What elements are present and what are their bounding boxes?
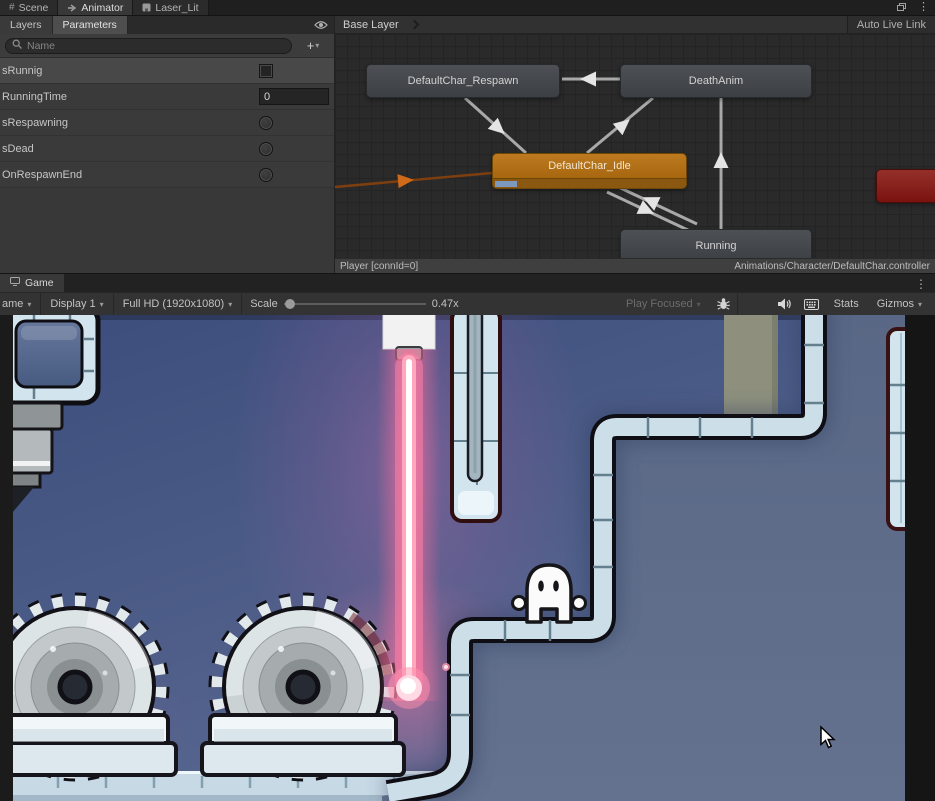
entry-arrow <box>397 174 414 189</box>
animator-left-panel: Layers Parameters +▾ sRu <box>0 16 335 273</box>
chevron-down-icon: ▾ <box>315 41 320 50</box>
parameter-row[interactable]: sDead <box>0 136 334 162</box>
tab-game[interactable]: Game <box>0 274 64 292</box>
unity-editor-window: # Scene Animator Laser_Lit ⋮ Layers Para… <box>0 0 935 801</box>
search-icon <box>12 37 23 55</box>
graph-breadcrumb-bar: Base Layer Auto Live Link <box>335 16 935 34</box>
chevron-down-icon: ▾ <box>99 299 104 309</box>
scale-value: 0.47x <box>431 298 459 310</box>
state-node-running[interactable]: Running <box>620 229 812 258</box>
debug-bug-button[interactable] <box>710 293 737 315</box>
gameobject-icon <box>142 3 151 12</box>
animator-icon <box>67 3 77 13</box>
game-toolbar: ame ▾ Display 1 ▾ Full HD (1920x1080) ▾ Sca… <box>0 292 935 315</box>
parameter-row[interactable]: RunningTime 0 <box>0 84 334 110</box>
breadcrumb[interactable]: Base Layer <box>343 19 399 31</box>
add-parameter-button[interactable]: + ▾ <box>297 38 329 53</box>
float-value-field[interactable]: 0 <box>259 88 329 105</box>
chevron-down-icon: ▾ <box>917 299 922 309</box>
laser-beam <box>377 349 450 709</box>
window-controls: ⋮ <box>897 0 929 15</box>
search-field[interactable] <box>5 37 292 55</box>
saw-pedestal-left <box>0 713 178 777</box>
auto-live-link-button[interactable]: Auto Live Link <box>846 16 935 33</box>
tab-animator-label: Animator <box>81 1 124 14</box>
progress-chip <box>495 180 517 187</box>
search-input[interactable] <box>27 39 285 52</box>
scale-label: Scale <box>250 298 278 310</box>
tab-scene-label: Scene <box>18 1 49 14</box>
game-viewport[interactable] <box>0 315 935 801</box>
gizmos-dropdown[interactable]: Gizmos ▾ <box>868 293 931 315</box>
state-node-idle-active[interactable]: DefaultChar_Idle <box>492 153 687 189</box>
parameter-row[interactable]: sRespawning <box>0 110 334 136</box>
letterbox-right <box>905 315 935 801</box>
state-node-deathanim[interactable]: DeathAnim <box>620 64 812 98</box>
chevron-down-icon: ▾ <box>696 299 701 309</box>
restore-window-icon[interactable] <box>897 2 906 14</box>
parameter-row[interactable]: sRunnig <box>0 58 334 84</box>
resolution-dropdown[interactable]: Full HD (1920x1080) ▾ <box>114 293 242 315</box>
breadcrumb-chevron-icon <box>409 19 420 30</box>
ice-block-topleft <box>0 315 101 406</box>
entry-transition <box>335 171 493 189</box>
parameter-list: sRunnig RunningTime 0 sRespawning sDead … <box>0 58 334 188</box>
chevron-down-icon: ▾ <box>228 299 233 309</box>
keyboard-shortcuts-icon[interactable] <box>798 293 825 315</box>
scale-slider-handle[interactable] <box>284 299 295 309</box>
game-scene <box>0 315 935 801</box>
chevron-down-icon: ▾ <box>27 299 32 309</box>
game-tabbar: Game ⋮ <box>0 273 935 292</box>
trigger-radio[interactable] <box>259 115 273 130</box>
playback-progress-bar <box>493 178 686 188</box>
ice-pipe <box>450 315 502 523</box>
live-link-target: Player [connId=0] <box>340 260 419 272</box>
tab-layers[interactable]: Layers <box>0 16 53 34</box>
trigger-radio[interactable] <box>259 141 273 156</box>
play-focused-dropdown[interactable]: Play Focused ▾ <box>617 293 710 315</box>
eye-icon[interactable] <box>314 20 328 33</box>
parameter-row[interactable]: OnRespawnEnd <box>0 162 334 188</box>
mute-audio-icon[interactable] <box>772 293 798 315</box>
tab-laser-lit-label: Laser_Lit <box>155 1 199 14</box>
scale-control: Scale 0.47x <box>242 293 466 315</box>
graph-canvas[interactable]: DefaultChar_Respawn DeathAnim DefaultCha… <box>335 34 935 258</box>
stats-button[interactable]: Stats <box>825 293 868 315</box>
animator-status-bar: Player [connId=0] Animations/Character/D… <box>335 258 935 273</box>
state-machine-graph: Base Layer Auto Live Link DefaultChar_Re… <box>335 16 935 273</box>
scale-slider[interactable] <box>283 299 426 309</box>
layers-parameters-tabs: Layers Parameters <box>0 16 334 34</box>
olive-block <box>724 315 778 419</box>
controller-path: Animations/Character/DefaultChar.control… <box>734 260 930 272</box>
tab-parameters[interactable]: Parameters <box>52 16 128 34</box>
window-menu-icon[interactable]: ⋮ <box>918 2 929 13</box>
aspect-dropdown[interactable]: ame ▾ <box>0 293 40 315</box>
saw-pedestal-right <box>200 713 406 777</box>
animator-panel: Layers Parameters +▾ sRu <box>0 15 935 273</box>
tab-scene[interactable]: # Scene <box>0 0 59 15</box>
parameter-search-row: +▾ <box>0 34 334 58</box>
game-view-icon <box>10 277 20 289</box>
trigger-radio[interactable] <box>259 167 273 182</box>
bool-checkbox[interactable] <box>259 63 273 78</box>
state-node-exit[interactable] <box>876 169 935 203</box>
tab-animator[interactable]: Animator <box>58 0 134 15</box>
state-node-respawn[interactable]: DefaultChar_Respawn <box>366 64 560 98</box>
scene-icon: # <box>9 2 15 13</box>
letterbox-left <box>0 315 13 801</box>
tab-laser-lit[interactable]: Laser_Lit <box>133 0 209 15</box>
editor-tabbar: # Scene Animator Laser_Lit ⋮ <box>0 0 935 15</box>
game-menu-icon[interactable]: ⋮ <box>915 277 927 291</box>
display-dropdown[interactable]: Display 1 ▾ <box>41 293 112 315</box>
